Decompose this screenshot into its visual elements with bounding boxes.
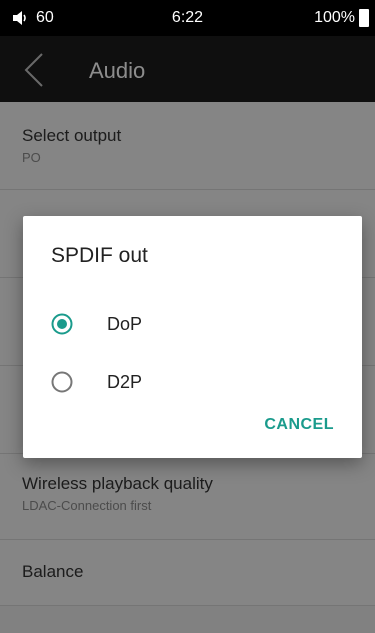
cancel-button[interactable]: CANCEL xyxy=(264,416,334,434)
option-label: DoP xyxy=(107,313,143,334)
status-bar: 60 6:22 100% xyxy=(0,0,375,36)
battery-icon xyxy=(359,9,369,27)
radio-unselected-icon[interactable] xyxy=(51,371,73,393)
dialog-title: SPDIF out xyxy=(51,244,148,267)
option-label: D2P xyxy=(107,371,143,392)
option-dop[interactable]: DoP xyxy=(51,309,341,339)
radio-selected-icon[interactable] xyxy=(51,313,73,335)
option-d2p[interactable]: D2P xyxy=(51,367,341,397)
screen: 60 6:22 100% Audio Select output PO Wire… xyxy=(0,0,375,633)
spdif-dialog: SPDIF out DoP D2P CANCEL xyxy=(23,216,362,458)
battery-indicator: 100% xyxy=(314,9,369,27)
battery-percent: 100% xyxy=(314,9,355,26)
